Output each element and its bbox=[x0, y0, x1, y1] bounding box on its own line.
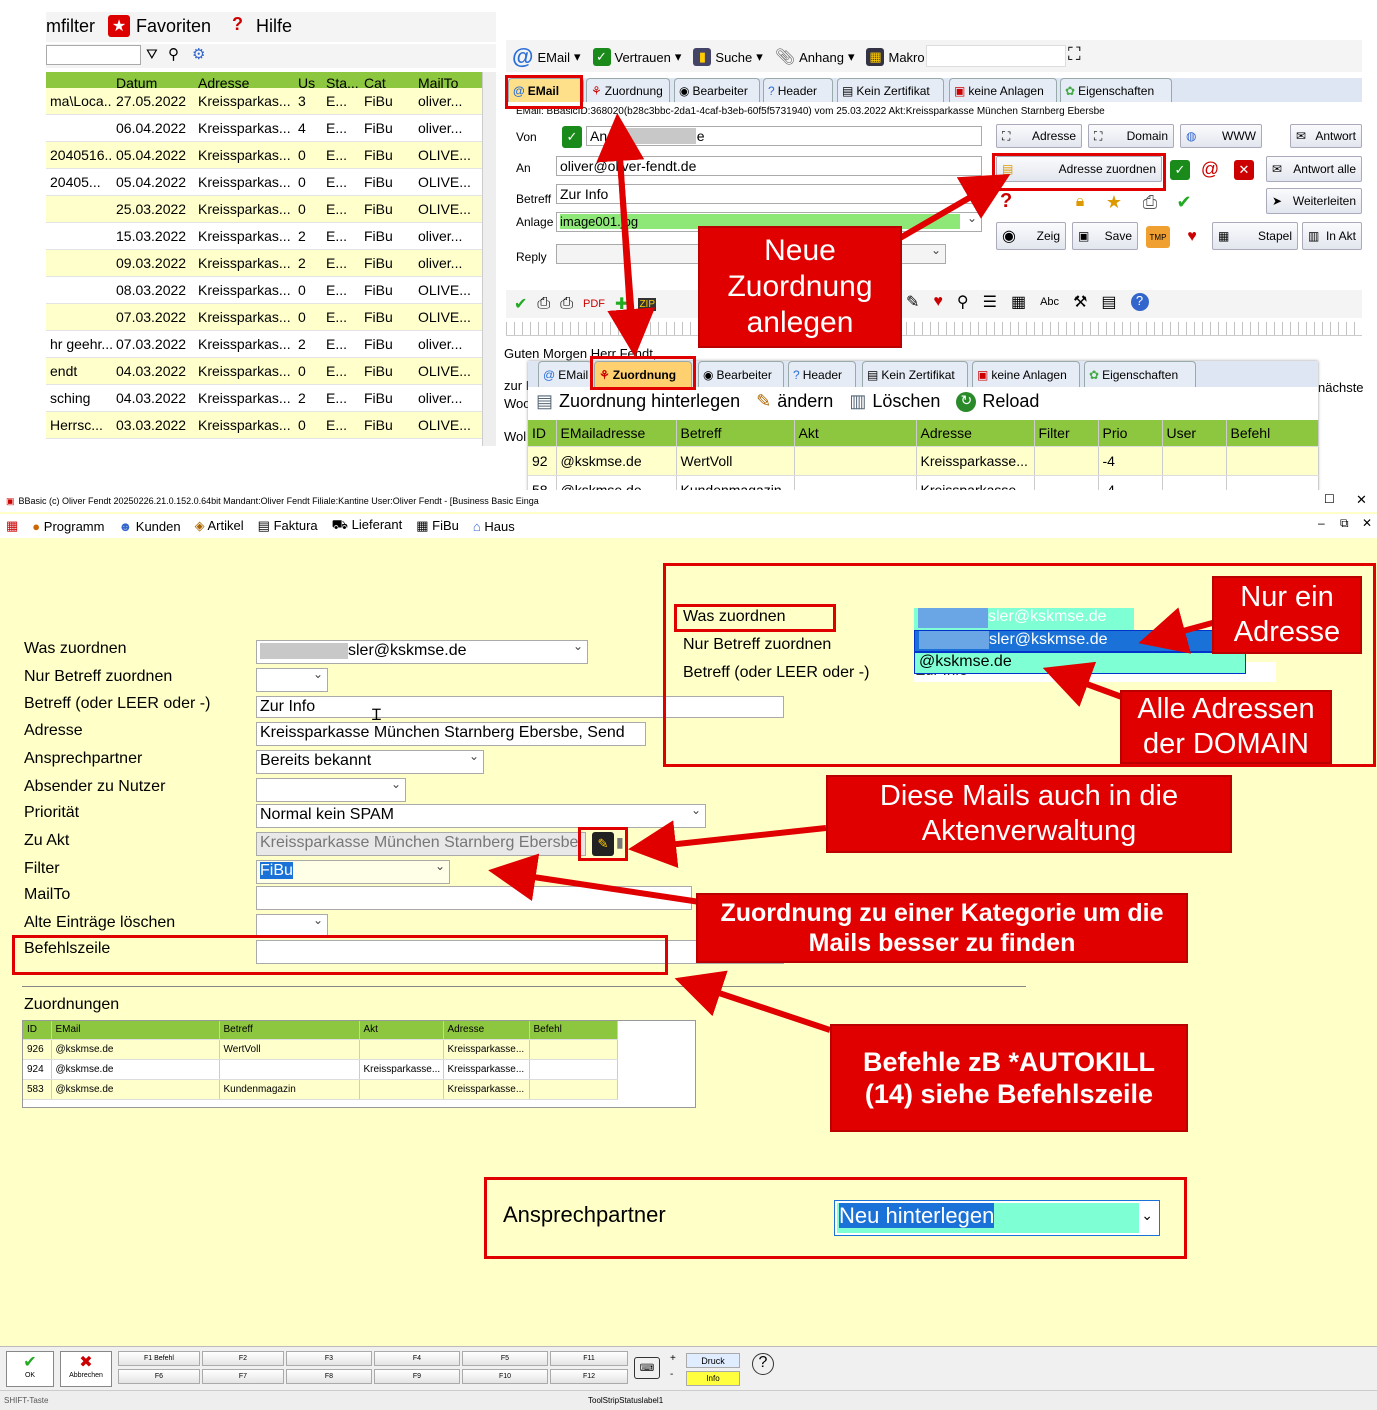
arrow-zuordnung-down bbox=[607, 134, 656, 357]
callout-neue-zuordnung: Neue Zuordnung anlegen bbox=[698, 226, 902, 348]
callout-nur-ein: Nur ein Adresse bbox=[1212, 576, 1362, 654]
arrow-aktenverwaltung bbox=[628, 820, 827, 869]
arrow-alle-adressen bbox=[1042, 661, 1132, 707]
callout-befehle: Befehle zB *AUTOKILL (14) siehe Befehlsz… bbox=[830, 1024, 1188, 1132]
arrow-nur-ein bbox=[1138, 607, 1217, 654]
arrow-befehle bbox=[674, 970, 831, 1033]
callout-alle-adressen: Alle Adressen der DOMAIN bbox=[1120, 690, 1332, 764]
arrow-kategorie bbox=[488, 853, 701, 905]
arrow-to-adresse-zuordnen bbox=[898, 173, 1011, 241]
callout-aktenverwaltung: Diese Mails auch in die Aktenverwaltung bbox=[826, 775, 1232, 853]
callout-kategorie: Zuordnung zu einer Kategorie um die Mail… bbox=[696, 893, 1188, 963]
